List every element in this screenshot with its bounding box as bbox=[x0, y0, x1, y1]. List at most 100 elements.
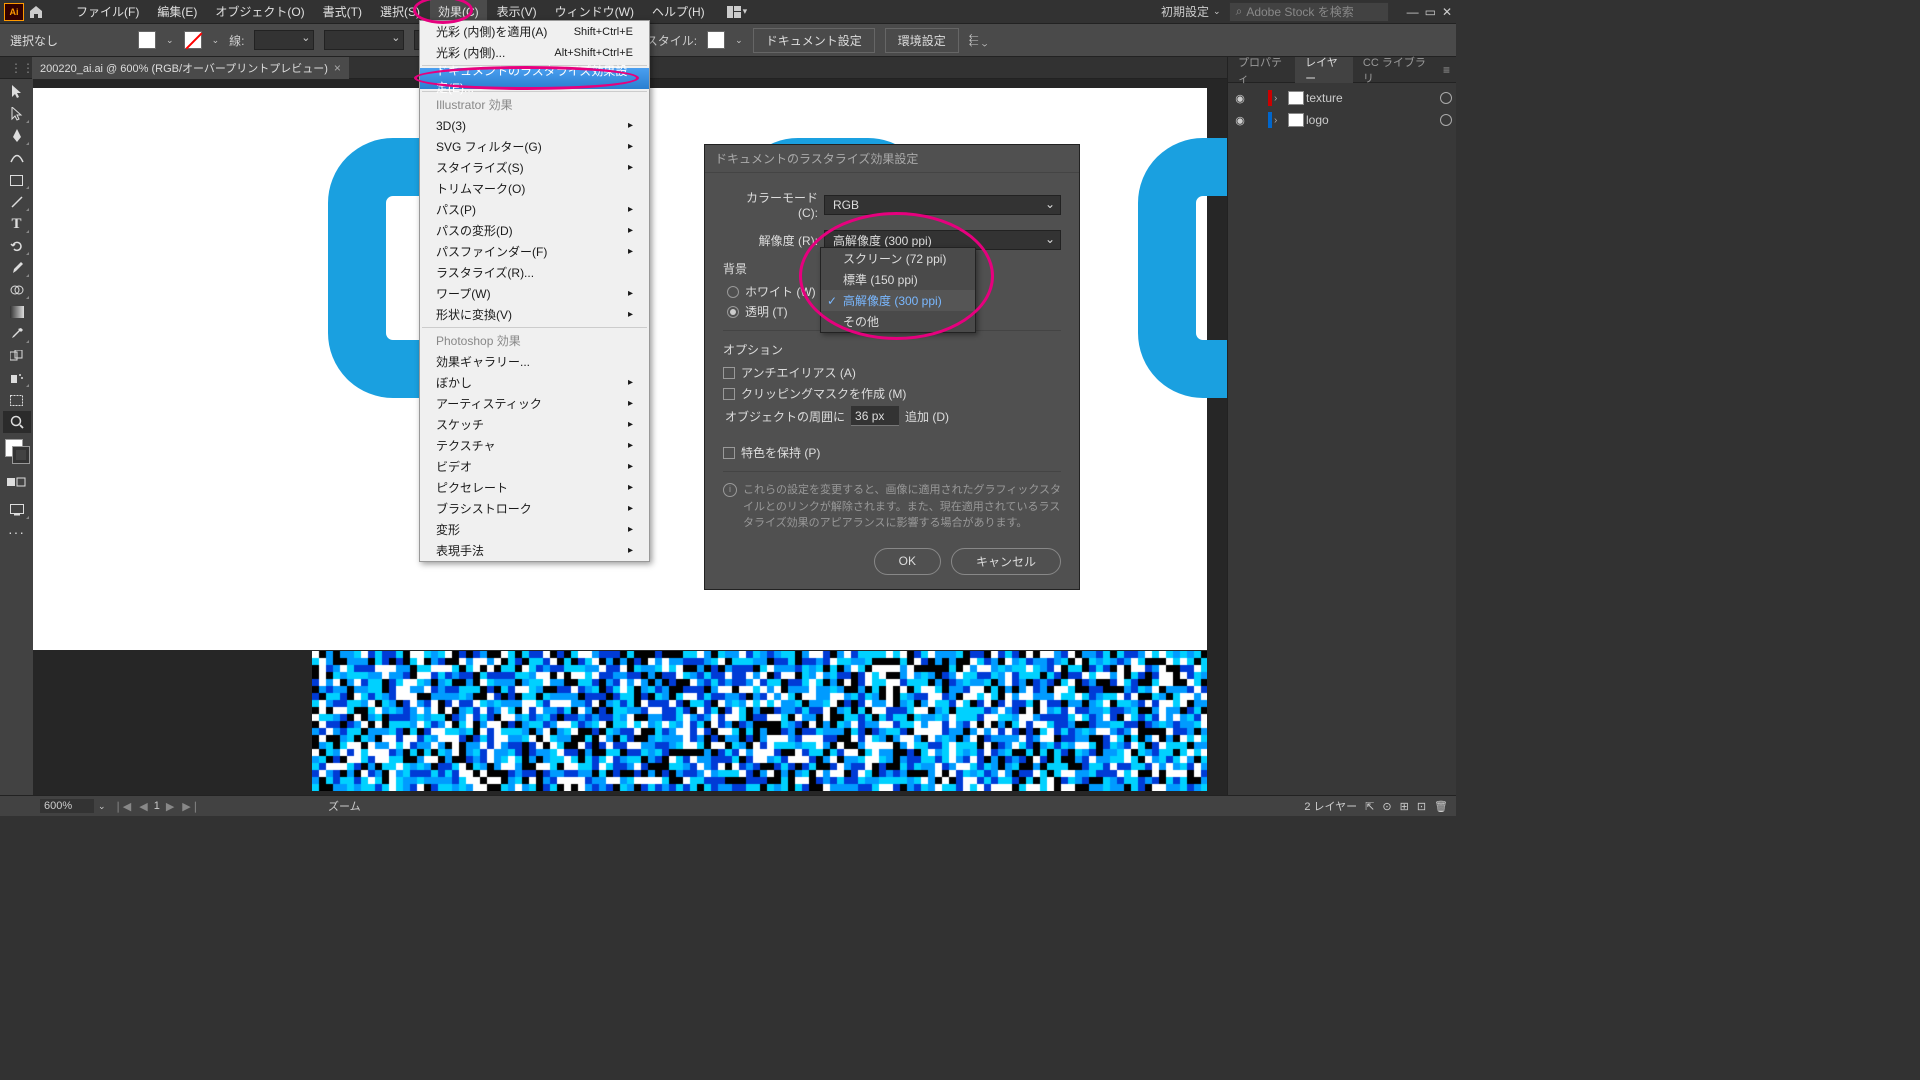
target-icon[interactable] bbox=[1440, 92, 1452, 104]
menu-item[interactable]: 3D(3)▸ bbox=[420, 115, 649, 136]
menu-help[interactable]: ヘルプ(H) bbox=[644, 0, 713, 23]
document-tab[interactable]: 200220_ai.ai @ 600% (RGB/オーバープリントプレビュー) … bbox=[32, 57, 349, 79]
cancel-button[interactable]: キャンセル bbox=[951, 548, 1061, 575]
arrange-icon[interactable]: ▾ bbox=[727, 6, 748, 18]
menu-item[interactable]: ワープ(W)▸ bbox=[420, 283, 649, 304]
resolution-option[interactable]: ✓高解像度 (300 ppi) bbox=[821, 290, 975, 311]
shape-builder-tool[interactable] bbox=[3, 279, 31, 301]
resolution-option[interactable]: スクリーン (72 ppi) bbox=[821, 248, 975, 269]
search-input[interactable]: ⌕Adobe Stock を検索 bbox=[1229, 2, 1389, 22]
panel-menu-icon[interactable]: ≡ bbox=[1437, 63, 1456, 77]
preserve-spot-checkbox[interactable]: 特色を保持 (P) bbox=[723, 444, 1061, 461]
menu-item[interactable]: パス(P)▸ bbox=[420, 199, 649, 220]
color-mode-dropdown[interactable]: RGB bbox=[824, 195, 1061, 215]
align-icon[interactable]: ⬱ ⌄ bbox=[969, 33, 988, 48]
menu-item[interactable]: 形状に変換(V)▸ bbox=[420, 304, 649, 325]
tab-properties[interactable]: プロパティ bbox=[1228, 57, 1295, 83]
artboard-number[interactable]: 1 bbox=[154, 800, 160, 812]
menu-file[interactable]: ファイル(F) bbox=[68, 0, 147, 23]
menu-item-rasterize-settings[interactable]: ドキュメントのラスタライズ効果設定(E)... bbox=[420, 68, 649, 89]
locate-icon[interactable]: ⊙ bbox=[1382, 800, 1391, 813]
menu-item[interactable]: 光彩 (内側)を適用(A)Shift+Ctrl+E bbox=[420, 21, 649, 42]
zoom-level[interactable]: 600% bbox=[40, 799, 94, 813]
dock-toggle[interactable]: ⋮⋮ bbox=[0, 57, 32, 79]
delete-layer-icon[interactable]: 🗑 bbox=[1434, 800, 1448, 813]
rotate-tool[interactable] bbox=[3, 235, 31, 257]
antialias-checkbox[interactable]: アンチエイリアス (A) bbox=[723, 364, 1061, 381]
workspace-dropdown[interactable]: 初期設定⌄ bbox=[1161, 3, 1221, 20]
menu-item[interactable]: 変形▸ bbox=[420, 519, 649, 540]
ok-button[interactable]: OK bbox=[874, 548, 941, 575]
resolution-option[interactable]: その他 bbox=[821, 311, 975, 332]
gradient-tool[interactable] bbox=[3, 301, 31, 323]
close-icon[interactable]: ✕ bbox=[1442, 5, 1452, 19]
menu-item[interactable]: パスファインダー(F)▸ bbox=[420, 241, 649, 262]
new-layer-icon[interactable]: ⊡ bbox=[1417, 800, 1426, 813]
layer-name[interactable]: texture bbox=[1306, 91, 1438, 105]
menu-item[interactable]: SVG フィルター(G)▸ bbox=[420, 136, 649, 157]
menu-item[interactable]: アーティスティック▸ bbox=[420, 393, 649, 414]
minimize-icon[interactable]: — bbox=[1407, 5, 1419, 19]
layer-row[interactable]: ◉ › logo bbox=[1228, 109, 1456, 131]
nav-first-icon[interactable]: ❘◀ bbox=[114, 800, 132, 813]
layer-name[interactable]: logo bbox=[1306, 113, 1438, 127]
menu-item[interactable]: ピクセレート▸ bbox=[420, 477, 649, 498]
disclosure-icon[interactable]: › bbox=[1274, 115, 1286, 126]
stroke-swatch[interactable] bbox=[184, 31, 202, 49]
menu-item[interactable]: ブラシストローク▸ bbox=[420, 498, 649, 519]
menu-item[interactable]: スケッチ▸ bbox=[420, 414, 649, 435]
menu-item[interactable]: 表現手法▸ bbox=[420, 540, 649, 561]
direct-selection-tool[interactable] bbox=[3, 103, 31, 125]
visibility-icon[interactable]: ◉ bbox=[1232, 112, 1248, 128]
tab-layers[interactable]: レイヤー bbox=[1295, 57, 1353, 83]
menu-item[interactable]: スタイライズ(S)▸ bbox=[420, 157, 649, 178]
tab-cc-libraries[interactable]: CC ライブラリ bbox=[1353, 57, 1437, 83]
paintbrush-tool[interactable] bbox=[3, 257, 31, 279]
brush-dd[interactable] bbox=[324, 30, 404, 50]
menu-item[interactable]: パスの変形(D)▸ bbox=[420, 220, 649, 241]
clipmask-checkbox[interactable]: クリッピングマスクを作成 (M) bbox=[723, 385, 1061, 402]
menu-item[interactable]: 光彩 (内側)...Alt+Shift+Ctrl+E bbox=[420, 42, 649, 63]
rectangle-tool[interactable] bbox=[3, 169, 31, 191]
fill-swatch[interactable] bbox=[138, 31, 156, 49]
menu-item[interactable]: テクスチャ▸ bbox=[420, 435, 649, 456]
artboard-tool[interactable] bbox=[3, 389, 31, 411]
doc-setup-button[interactable]: ドキュメント設定 bbox=[753, 28, 875, 53]
edit-toolbar[interactable]: ··· bbox=[3, 521, 31, 543]
line-tool[interactable] bbox=[3, 191, 31, 213]
blend-tool[interactable] bbox=[3, 345, 31, 367]
pen-tool[interactable] bbox=[3, 125, 31, 147]
menu-item[interactable]: ラスタライズ(R)... bbox=[420, 262, 649, 283]
symbol-sprayer-tool[interactable] bbox=[3, 367, 31, 389]
selection-tool[interactable] bbox=[3, 81, 31, 103]
maximize-icon[interactable]: ▭ bbox=[1425, 5, 1436, 19]
zoom-tool[interactable] bbox=[3, 411, 31, 433]
resolution-option[interactable]: 標準 (150 ppi) bbox=[821, 269, 975, 290]
nav-prev-icon[interactable]: ◀ bbox=[139, 800, 147, 813]
menu-type[interactable]: 書式(T) bbox=[315, 0, 370, 23]
sublayer-icon[interactable]: ⊞ bbox=[1400, 800, 1409, 813]
menu-edit[interactable]: 編集(E) bbox=[149, 0, 205, 23]
disclosure-icon[interactable]: › bbox=[1274, 93, 1286, 104]
menu-item[interactable]: ぼかし▸ bbox=[420, 372, 649, 393]
screen-mode[interactable] bbox=[3, 499, 31, 521]
menu-item[interactable]: ビデオ▸ bbox=[420, 456, 649, 477]
eyedropper-tool[interactable] bbox=[3, 323, 31, 345]
menu-item[interactable]: トリムマーク(O) bbox=[420, 178, 649, 199]
color-swatches[interactable] bbox=[3, 437, 31, 465]
menu-object[interactable]: オブジェクト(O) bbox=[207, 0, 312, 23]
layer-row[interactable]: ◉ › texture bbox=[1228, 87, 1456, 109]
visibility-icon[interactable]: ◉ bbox=[1232, 90, 1248, 106]
type-tool[interactable]: T bbox=[3, 213, 31, 235]
target-icon[interactable] bbox=[1440, 114, 1452, 126]
home-icon[interactable] bbox=[26, 2, 46, 22]
nav-next-icon[interactable]: ▶ bbox=[166, 800, 174, 813]
draw-mode[interactable] bbox=[3, 471, 31, 493]
offset-input[interactable] bbox=[851, 406, 899, 426]
stroke-weight[interactable] bbox=[254, 30, 314, 50]
menu-item[interactable]: 効果ギャラリー... bbox=[420, 351, 649, 372]
nav-last-icon[interactable]: ▶❘ bbox=[182, 800, 200, 813]
export-icon[interactable]: ⇱ bbox=[1365, 800, 1374, 813]
style-swatch[interactable] bbox=[707, 31, 725, 49]
tab-close-icon[interactable]: × bbox=[334, 61, 341, 75]
